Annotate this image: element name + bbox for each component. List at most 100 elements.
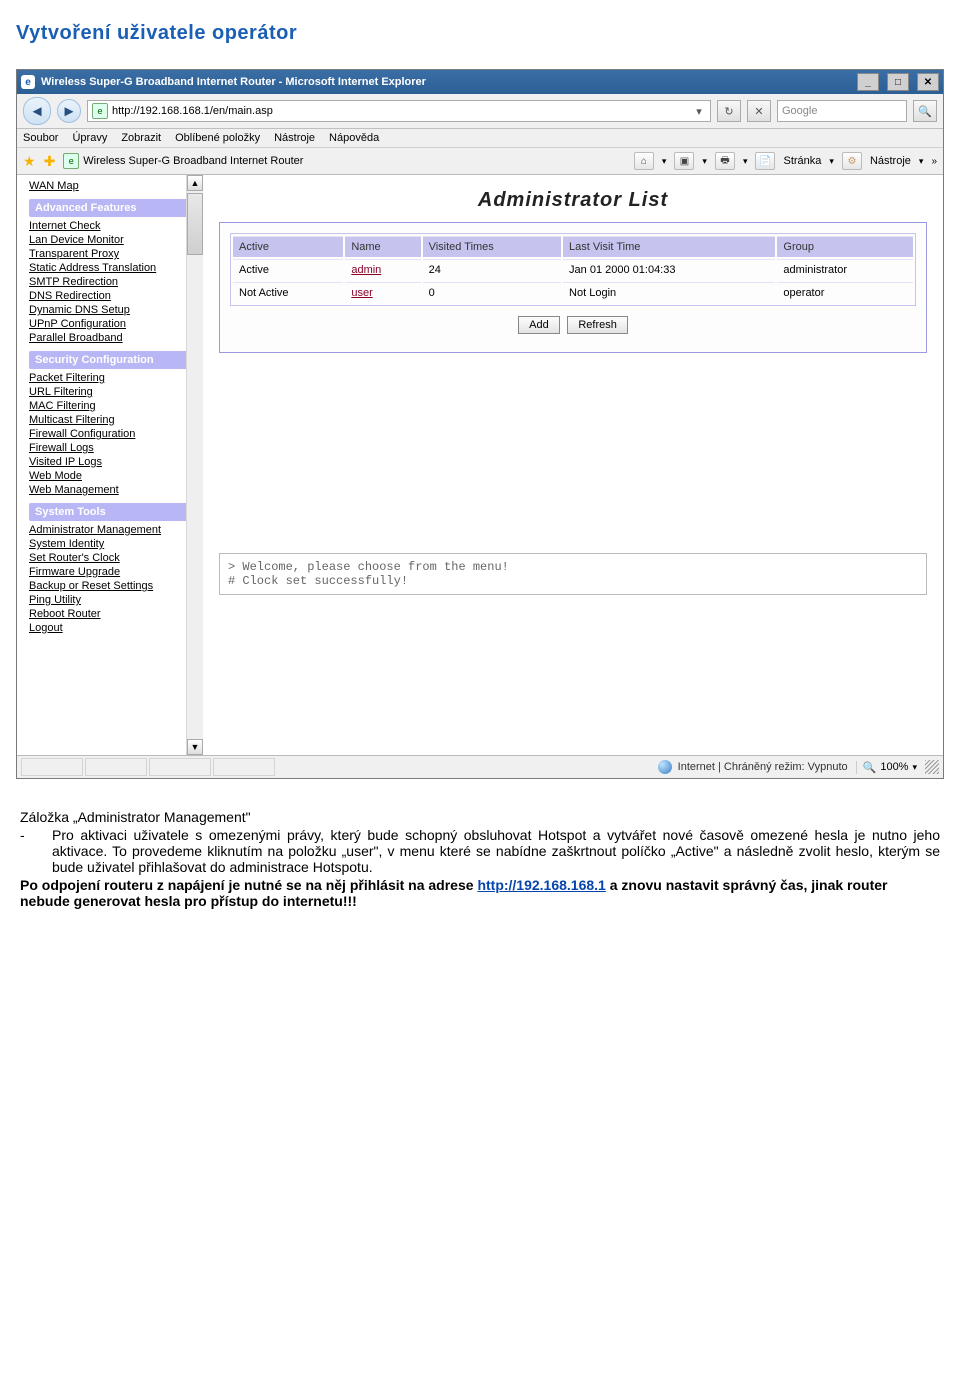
menu-file[interactable]: Soubor: [23, 132, 58, 144]
document-body: Záložka „Administrator Management" - Pro…: [20, 809, 940, 909]
search-box[interactable]: Google: [777, 100, 907, 122]
status-cell: [21, 758, 83, 776]
search-button[interactable]: 🔍: [913, 100, 937, 122]
sidebar-item[interactable]: UPnP Configuration: [29, 317, 199, 331]
sidebar-header-security: Security Configuration: [29, 351, 199, 369]
admin-panel: Active Name Visited Times Last Visit Tim…: [219, 222, 927, 353]
scroll-down-icon[interactable]: ▼: [187, 739, 203, 755]
resize-grip-icon[interactable]: [925, 760, 939, 774]
menu-help[interactable]: Nápověda: [329, 132, 379, 144]
browser-tab[interactable]: e Wireless Super-G Broadband Internet Ro…: [63, 153, 303, 169]
menu-edit[interactable]: Úpravy: [72, 132, 107, 144]
table-row: Not Active user 0 Not Login operator: [233, 282, 913, 303]
tools-label[interactable]: Nástroje: [870, 155, 911, 167]
sidebar-item[interactable]: Static Address Translation: [29, 261, 199, 275]
admin-table: Active Name Visited Times Last Visit Tim…: [230, 233, 916, 306]
forward-button[interactable]: ►: [57, 99, 81, 123]
sidebar-item[interactable]: MAC Filtering: [29, 399, 199, 413]
print-icon[interactable]: 🖶: [715, 152, 735, 170]
status-text: Internet | Chráněný režim: Vypnuto: [678, 761, 848, 773]
chevron-down-icon[interactable]: ▾: [912, 762, 917, 773]
sidebar-item[interactable]: Administrator Management: [29, 523, 199, 537]
page-icon-btn[interactable]: 📄: [755, 152, 775, 170]
sidebar-item[interactable]: Web Mode: [29, 469, 199, 483]
user-link-admin[interactable]: admin: [351, 264, 381, 276]
feed-icon[interactable]: ▣: [674, 152, 694, 170]
sidebar-item[interactable]: Firewall Configuration: [29, 427, 199, 441]
back-button[interactable]: ◄: [23, 97, 51, 125]
doc-paragraph: Pro aktivaci uživatele s omezenými právy…: [52, 827, 940, 875]
sidebar-item[interactable]: Parallel Broadband: [29, 331, 199, 345]
statusbar: Internet | Chráněný režim: Vypnuto 🔍 100…: [17, 755, 943, 778]
main-panel: Administrator List Active Name Visited T…: [203, 175, 943, 755]
sidebar-item[interactable]: URL Filtering: [29, 385, 199, 399]
refresh-button[interactable]: ↻: [717, 100, 741, 122]
add-button[interactable]: Add: [518, 316, 560, 334]
sidebar-item[interactable]: Reboot Router: [29, 607, 199, 621]
sidebar-item[interactable]: Visited IP Logs: [29, 455, 199, 469]
navbar: ◄ ► e http://192.168.168.1/en/main.asp ▾…: [17, 94, 943, 129]
user-link-user[interactable]: user: [351, 287, 372, 299]
sidebar-scrollbar[interactable]: ▲ ▼: [186, 175, 203, 755]
sidebar-item[interactable]: Lan Device Monitor: [29, 233, 199, 247]
stop-button[interactable]: ✕: [747, 100, 771, 122]
console-output: > Welcome, please choose from the menu! …: [219, 553, 927, 595]
bullet-dash: -: [20, 827, 28, 875]
sidebar-item[interactable]: Internet Check: [29, 219, 199, 233]
page-title: Administrator List: [219, 189, 927, 212]
sidebar-item[interactable]: Logout: [29, 621, 199, 635]
minimize-button[interactable]: _: [857, 73, 879, 91]
sidebar-item-wanmap[interactable]: WAN Map: [29, 179, 199, 193]
zoom-control[interactable]: 🔍 100% ▾: [856, 761, 923, 774]
scroll-thumb[interactable]: [187, 193, 203, 255]
sidebar-item[interactable]: Transparent Proxy: [29, 247, 199, 261]
console-line: # Clock set successfully!: [228, 574, 918, 588]
doc-tab-label: Záložka „Administrator Management": [20, 809, 940, 825]
refresh-button[interactable]: Refresh: [567, 316, 628, 334]
sidebar-item[interactable]: Firewall Logs: [29, 441, 199, 455]
titlebar: e Wireless Super-G Broadband Internet Ro…: [17, 70, 943, 94]
tab-page-icon: e: [63, 153, 79, 169]
status-cell: [213, 758, 275, 776]
content-area: WAN Map Advanced Features Internet Check…: [17, 175, 943, 755]
favorites-star-icon[interactable]: ★: [23, 153, 36, 170]
sidebar-item[interactable]: Set Router's Clock: [29, 551, 199, 565]
menu-view[interactable]: Zobrazit: [121, 132, 161, 144]
chevron-down-icon[interactable]: ▾: [692, 105, 706, 118]
menu-favorites[interactable]: Oblíbené položky: [175, 132, 260, 144]
menubar: Soubor Úpravy Zobrazit Oblíbené položky …: [17, 129, 943, 148]
globe-icon: [658, 760, 672, 774]
tools-icon[interactable]: ⚙: [842, 152, 862, 170]
close-button[interactable]: ✕: [917, 73, 939, 91]
sidebar-item[interactable]: System Identity: [29, 537, 199, 551]
search-placeholder: Google: [782, 105, 817, 117]
url-text: http://192.168.168.1/en/main.asp: [112, 105, 273, 117]
scroll-up-icon[interactable]: ▲: [187, 175, 203, 191]
more-chevrons-icon[interactable]: »: [931, 156, 937, 167]
page-label[interactable]: Stránka: [783, 155, 821, 167]
table-row: Active admin 24 Jan 01 2000 01:04:33 adm…: [233, 259, 913, 280]
status-cell: [149, 758, 211, 776]
home-icon[interactable]: ⌂: [634, 152, 654, 170]
sidebar-item[interactable]: Web Management: [29, 483, 199, 497]
add-favorite-icon[interactable]: ✚: [44, 153, 56, 170]
sidebar-item[interactable]: Firmware Upgrade: [29, 565, 199, 579]
browser-window: e Wireless Super-G Broadband Internet Ro…: [16, 69, 944, 779]
sidebar-item[interactable]: Multicast Filtering: [29, 413, 199, 427]
zoom-value: 100%: [880, 761, 908, 773]
address-bar[interactable]: e http://192.168.168.1/en/main.asp ▾: [87, 100, 711, 122]
sidebar-item[interactable]: SMTP Redirection: [29, 275, 199, 289]
status-cell: [85, 758, 147, 776]
zoom-icon: 🔍: [863, 761, 877, 774]
menu-tools[interactable]: Nástroje: [274, 132, 315, 144]
maximize-button[interactable]: □: [887, 73, 909, 91]
router-link[interactable]: http://192.168.168.1: [477, 877, 605, 893]
sidebar-item[interactable]: Ping Utility: [29, 593, 199, 607]
page-icon: e: [92, 103, 108, 119]
sidebar: WAN Map Advanced Features Internet Check…: [17, 175, 203, 755]
sidebar-item[interactable]: Packet Filtering: [29, 371, 199, 385]
sidebar-item[interactable]: DNS Redirection: [29, 289, 199, 303]
sidebar-item[interactable]: Backup or Reset Settings: [29, 579, 199, 593]
sidebar-item[interactable]: Dynamic DNS Setup: [29, 303, 199, 317]
ie-icon: e: [21, 75, 35, 89]
